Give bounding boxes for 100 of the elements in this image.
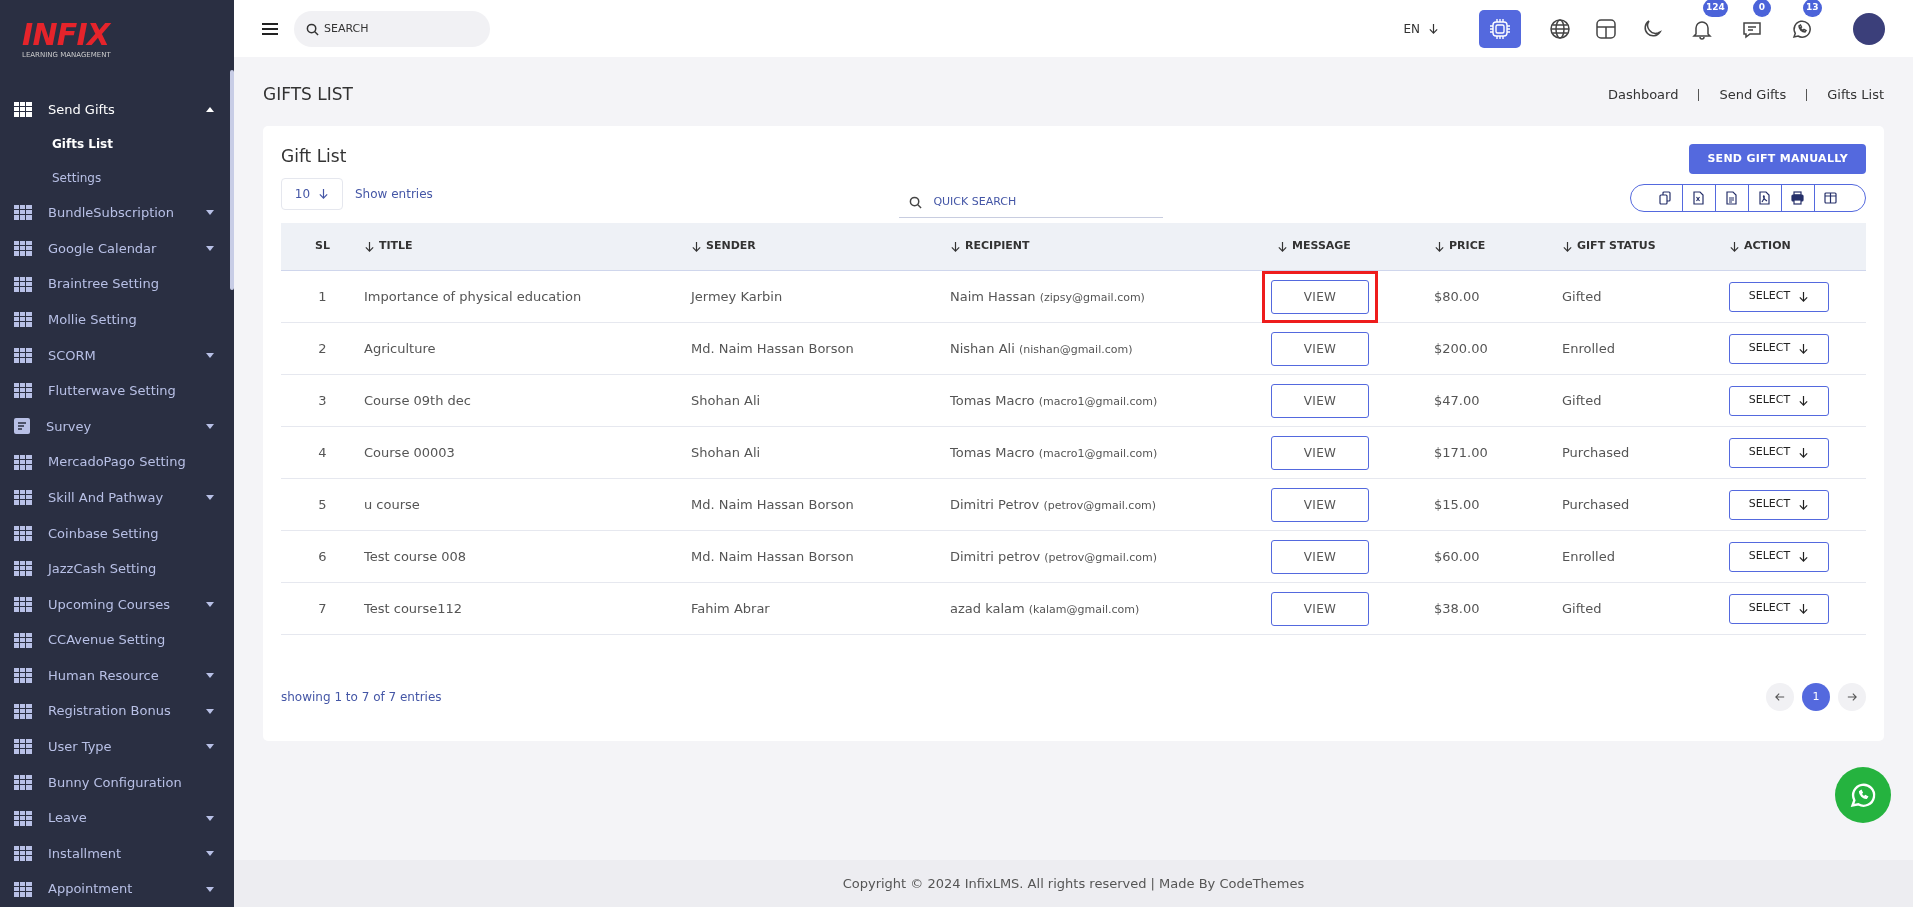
sidebar-item[interactable]: Skill And Pathway [0,479,234,516]
table-cell-text: Tomas Macro (macro1@gmail.com) [950,391,1159,410]
sidebar-item[interactable]: CCAvenue Setting [0,622,234,658]
select-button[interactable]: SELECT [1729,281,1829,312]
table-cell-text: $80.00 [1434,287,1481,306]
sidebar-item[interactable]: Bunny Configuration [0,764,234,801]
sidebar-item[interactable]: Survey [0,408,234,445]
column-header[interactable]: MESSAGE [1277,238,1434,255]
column-header[interactable]: SL [281,238,364,255]
breadcrumb-link[interactable]: Dashboard [1607,85,1679,105]
sidebar-item[interactable]: BundleSubscription [0,195,234,231]
column-header[interactable]: RECIPIENT [950,238,1277,255]
quick-search-field[interactable]: QUICK SEARCH [899,186,1164,218]
sidebar-subitem[interactable]: Settings [52,169,102,188]
breadcrumb-link[interactable]: Gifts List [1827,85,1884,105]
ai-button[interactable] [1479,9,1521,48]
phone-chat-icon [1791,17,1813,40]
sidebar-item[interactable]: Registration Bonus [0,693,234,730]
next-page-button[interactable] [1838,683,1866,711]
grid-icon [14,703,32,719]
arrow-down-icon [1798,603,1810,614]
grid-icon [14,846,32,862]
view-button[interactable]: VIEW [1271,383,1369,418]
whatsapp-button[interactable] [1835,767,1891,823]
view-button[interactable]: VIEW [1271,279,1369,314]
sidebar-item[interactable]: Google Calendar [0,230,234,267]
table-cell-text: Gifted [1562,287,1603,306]
table-cell-text: azad kalam (kalam@gmail.com) [950,599,1141,618]
table-cell-text: Test course 008 [364,547,468,566]
select-button[interactable]: SELECT [1729,385,1829,416]
arrow-right-icon [1847,692,1857,702]
column-header[interactable]: PRICE [1434,238,1562,255]
breadcrumb-link[interactable]: Send Gifts [1719,85,1787,105]
table-cell-text: 3 [317,391,328,410]
columns-icon [1824,191,1838,205]
table-cell-text: Dimitri petrov (petrov@gmail.com) [950,547,1158,566]
sidebar-item[interactable]: Human Resource [0,657,234,694]
sidebar-item[interactable]: User Type [0,729,234,765]
sidebar-item[interactable]: MercadoPago Setting [0,444,234,480]
sidebar-item[interactable]: Coinbase Setting [0,515,234,552]
sidebar-subitem[interactable]: Gifts List [52,135,113,154]
sidebar-item[interactable]: Send Gifts [0,91,234,128]
search-field[interactable]: SEARCH [294,10,490,47]
layout-icon[interactable] [1595,17,1617,40]
sidebar-item[interactable]: Mollie Setting [0,301,234,338]
grid-icon [14,774,32,790]
select-button[interactable]: SELECT [1729,593,1829,624]
column-header[interactable]: TITLE [364,238,691,255]
table-cell-text: 1 [317,287,328,306]
table-cell-text: Purchased [1562,443,1631,462]
sidebar-item[interactable]: Installment [0,835,234,872]
table-cell-text: Nishan Ali (nishan@gmail.com) [950,339,1134,358]
arrow-down-icon [1434,241,1445,252]
column-header[interactable]: ACTION [1729,238,1866,255]
table-cell-text: Tomas Macro (macro1@gmail.com) [950,443,1159,462]
sidebar-item[interactable]: Flutterwave Setting [0,373,234,409]
sidebar-item[interactable]: Appointment [0,871,234,907]
select-button[interactable]: SELECT [1729,333,1829,364]
table-cell-text: Course 09th dec [364,391,472,410]
arrow-down-icon [1798,499,1810,510]
table-cell-text: Purchased [1562,495,1631,514]
select-button[interactable]: SELECT [1729,437,1829,468]
table-cell-text: 2 [317,339,328,358]
copy-icon [1659,191,1672,205]
sidebar-item[interactable]: SCORM [0,337,234,374]
document-icon [14,418,30,435]
table-cell-text: Gifted [1562,599,1603,618]
page-button[interactable]: 1 [1802,683,1830,711]
table-cell-text: Jermey Karbin [691,287,784,306]
send-gift-button[interactable]: SEND GIFT MANUALLY [1689,144,1866,174]
chats-button[interactable] [1791,17,1813,40]
language-selector[interactable]: EN [1403,19,1439,38]
view-button[interactable]: VIEW [1271,435,1369,470]
grid-icon [14,632,32,648]
page-size-select[interactable]: 10 [281,177,343,210]
table-cell-text: Shohan Ali [691,391,762,410]
scrollbar[interactable] [230,70,234,290]
moon-icon[interactable] [1641,17,1663,40]
footer-text: Copyright © 2024 InfixLMS. All rights reserved | Made By CodeThemes [234,860,1913,907]
select-button[interactable]: SELECT [1729,489,1829,520]
sidebar-item[interactable]: Leave [0,800,234,836]
select-button[interactable]: SELECT [1729,541,1829,572]
view-button[interactable]: VIEW [1271,487,1369,522]
sidebar-item[interactable]: JazzCash Setting [0,551,234,587]
column-header[interactable]: SENDER [691,238,950,255]
view-button[interactable]: VIEW [1271,539,1369,574]
table-cell-text: 5 [317,495,328,514]
grid-icon [14,490,32,506]
column-header[interactable]: GIFT STATUS [1562,238,1729,255]
previous-page-button[interactable] [1766,683,1794,711]
grid-icon [14,739,32,755]
view-button[interactable]: VIEW [1271,591,1369,626]
sidebar-item[interactable]: Upcoming Courses [0,586,234,623]
globe-icon[interactable] [1549,17,1571,40]
menu-icon[interactable] [262,21,278,36]
view-button[interactable]: VIEW [1271,331,1369,366]
sidebar-item[interactable]: Braintree Setting [0,266,234,302]
avatar[interactable] [1853,12,1885,45]
arrow-down-icon [1798,343,1810,354]
arrow-down-icon [1277,241,1288,252]
